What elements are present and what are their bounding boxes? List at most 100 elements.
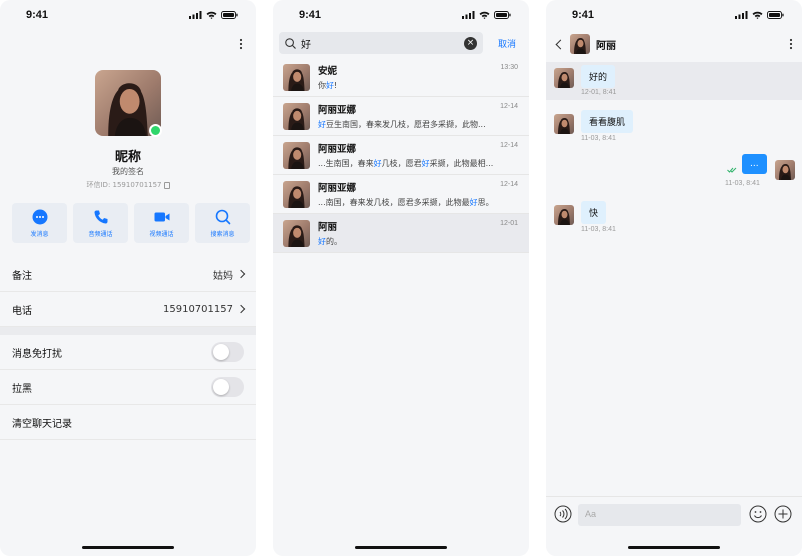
chat-avatar[interactable] [570, 34, 590, 54]
status-bar: 9:41 [0, 0, 256, 30]
status-icons [462, 11, 511, 19]
chat-screen: 9:41 阿丽 好的 12-01, 8:41 看看腹肌 11-03, 8:41 … [546, 0, 802, 556]
home-indicator [355, 546, 447, 549]
online-status-dot [149, 124, 162, 137]
search-result-item[interactable]: 阿丽亚娜 好豆生南国，春来发几枝，愿君多采撷，此物... 12-14 [273, 97, 529, 136]
message-item[interactable]: 快 11-03, 8:41 [546, 199, 802, 237]
message-item[interactable]: 看看腹肌 11-03, 8:41 [546, 107, 802, 147]
status-icons [735, 11, 784, 19]
sender-avatar [554, 68, 574, 88]
result-time: 12-14 [500, 181, 518, 188]
remark-row[interactable]: 备注 姑妈 [0, 257, 256, 292]
message-item[interactable]: 好的 12-01, 8:41 [546, 62, 802, 100]
search-result-item[interactable]: 阿丽亚娜 ...南国，春来发几枝，愿君多采撷，此物最好思。 12-14 [273, 175, 529, 214]
send-message-label: 发消息 [30, 230, 49, 238]
search-results: 安妮 你好! 13:30 阿丽亚娜 好豆生南国，春来发几枝，愿君多采撷，此物..… [273, 58, 529, 253]
cancel-search-button[interactable]: 取消 [498, 37, 516, 50]
voice-icon[interactable] [554, 505, 572, 523]
search-result-item[interactable]: 阿丽 好的。 12-01 [273, 214, 529, 253]
home-indicator [628, 546, 720, 549]
mute-label: 消息免打扰 [12, 348, 62, 360]
message-time: 11-03, 8:41 [581, 135, 616, 142]
wifi-icon [752, 11, 763, 19]
status-time: 9:41 [26, 9, 49, 21]
search-messages-label: 搜索消息 [210, 230, 235, 238]
message-bubble[interactable]: ... [742, 154, 767, 174]
result-name: 阿丽 [318, 222, 338, 233]
read-check-icon [727, 167, 737, 173]
search-input[interactable]: 好 × [279, 32, 483, 54]
block-row: 拉黑 [0, 370, 256, 405]
wifi-icon [479, 11, 490, 19]
video-icon [154, 212, 169, 221]
uid-text: 环信ID: 15910701157 [86, 181, 162, 189]
result-time: 13:30 [500, 64, 518, 71]
search-result-item[interactable]: 安妮 你好! 13:30 [273, 58, 529, 97]
status-bar: 9:41 [546, 0, 802, 30]
copy-icon[interactable] [163, 181, 170, 189]
clear-history-row[interactable]: 清空聊天记录 [0, 405, 256, 440]
emoji-icon[interactable] [749, 505, 767, 523]
audio-call-button[interactable]: 音频通话 [73, 203, 128, 243]
message-bubble[interactable]: 看看腹肌 [581, 110, 634, 133]
battery-icon [494, 11, 511, 19]
battery-icon [221, 11, 238, 19]
message-bubble[interactable]: 好的 [581, 65, 616, 88]
status-icons [189, 11, 238, 19]
result-time: 12-14 [500, 142, 518, 149]
profile-uid: 环信ID: 15910701157 [0, 180, 256, 190]
back-icon[interactable] [555, 39, 566, 49]
result-snippet: 好豆生南国，春来发几枝，愿君多采撷，此物... [318, 120, 486, 129]
search-messages-button[interactable]: 搜索消息 [195, 203, 250, 243]
result-snippet: 你好! [318, 81, 338, 90]
result-name: 阿丽亚娜 [318, 105, 357, 116]
profile-nickname: 昵称 [114, 150, 141, 165]
audio-call-label: 音频通话 [88, 230, 113, 238]
wifi-icon [206, 11, 217, 19]
chevron-right-icon [236, 304, 246, 314]
message-bubble[interactable]: 快 [581, 201, 607, 224]
more-options-icon[interactable] [788, 38, 794, 50]
mute-row: 消息免打扰 [0, 335, 256, 370]
status-bar: 9:41 [273, 0, 529, 30]
own-avatar [775, 160, 795, 180]
video-call-label: 视频通话 [149, 230, 174, 238]
profile-settings: 备注 姑妈 电话 15910701157 消息免打扰 拉黑 清空聊天记录 [0, 257, 256, 440]
clear-search-icon[interactable]: × [464, 36, 477, 50]
clear-history-label: 清空聊天记录 [12, 418, 72, 430]
mute-toggle[interactable] [211, 342, 244, 362]
sender-avatar [554, 114, 574, 134]
message-item[interactable]: ... 11-03, 8:41 [546, 153, 802, 191]
signal-icon [189, 11, 202, 19]
more-options-icon[interactable] [238, 38, 244, 50]
message-time: 12-01, 8:41 [581, 89, 617, 96]
message-time: 11-03, 8:41 [581, 226, 616, 233]
result-name: 安妮 [318, 66, 338, 77]
phone-value: 15910701157 [163, 303, 233, 315]
message-time: 11-03, 8:41 [725, 180, 760, 187]
send-message-button[interactable]: 发消息 [12, 203, 67, 243]
chat-title: 阿丽 [596, 40, 616, 52]
video-call-button[interactable]: 视频通话 [134, 203, 189, 243]
search-query: 好 [301, 39, 311, 51]
profile-signature: 我的签名 [112, 167, 144, 176]
contact-avatar [283, 103, 310, 130]
battery-icon [767, 11, 784, 19]
phone-row[interactable]: 电话 15910701157 [0, 292, 256, 327]
result-time: 12-01 [500, 220, 518, 227]
profile-screen: 9:41 昵称 我的签名 环信ID: 15910701157 发消息 音频通话 … [0, 0, 256, 556]
message-input[interactable]: Aa [578, 504, 741, 526]
phone-label: 电话 [12, 305, 32, 317]
search-icon [215, 209, 230, 224]
contact-avatar [283, 64, 310, 91]
result-snippet: ...南国，春来发几枝，愿君多采撷，此物最好思。 [318, 198, 494, 207]
status-time: 9:41 [299, 9, 322, 21]
add-icon[interactable] [774, 505, 792, 523]
sender-avatar [554, 205, 574, 225]
signal-icon [462, 11, 475, 19]
contact-avatar [283, 220, 310, 247]
search-screen: 9:41 好 × 取消 安妮 你好! 13:30 阿丽亚娜 好豆生南国，春来发几… [273, 0, 529, 556]
signal-icon [735, 11, 748, 19]
search-result-item[interactable]: 阿丽亚娜 ...生南国，春来好几枝，愿君好采撷，此物最相... 12-14 [273, 136, 529, 175]
block-toggle[interactable] [211, 377, 244, 397]
